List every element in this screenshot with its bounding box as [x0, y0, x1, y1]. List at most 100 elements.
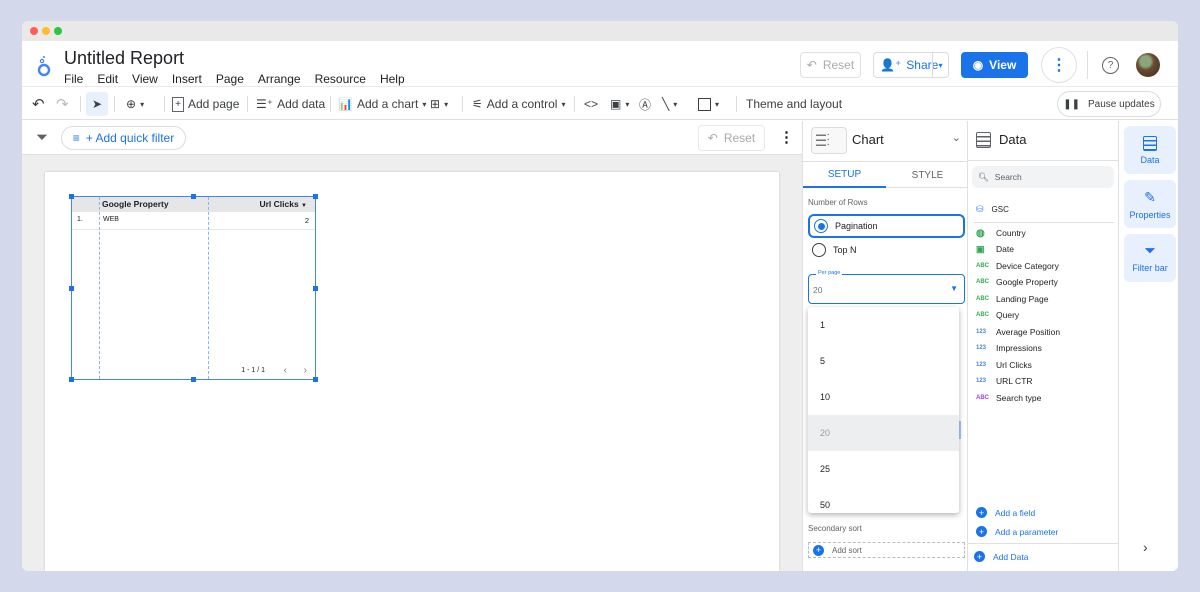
column-header-url-clicks[interactable]: Url Clicks ▼: [259, 199, 307, 209]
table-chart[interactable]: Google Property Url Clicks ▼ 1. WEB 2 1 …: [69, 194, 318, 382]
select-tool-icon[interactable]: ➤: [86, 92, 108, 116]
resize-handle[interactable]: [313, 286, 318, 291]
maximize-window-button[interactable]: [54, 27, 62, 35]
share-dropdown-chevron-icon[interactable]: ▾: [932, 53, 948, 77]
number-metric-icon: 123: [976, 329, 987, 335]
add-parameter-button[interactable]: + Add a parameter: [976, 526, 1058, 537]
pause-updates-button[interactable]: ❚❚ Pause updates: [1057, 91, 1161, 117]
resize-handle[interactable]: [313, 377, 318, 382]
expand-panel-chevron-icon[interactable]: ›: [1143, 539, 1148, 555]
dropdown-option[interactable]: 1: [808, 307, 959, 343]
add-quick-filter-button[interactable]: ≡ + Add quick filter: [61, 126, 186, 150]
add-circle-icon: +: [976, 507, 987, 518]
dropdown-option[interactable]: 10: [808, 379, 959, 415]
resize-handle[interactable]: [69, 377, 74, 382]
close-window-button[interactable]: [30, 27, 38, 35]
rail-properties-button[interactable]: ✎ Properties: [1124, 180, 1176, 228]
reset-button[interactable]: ↶ Reset: [800, 52, 861, 78]
chevron-down-icon: ▾: [140, 99, 145, 109]
resize-handle[interactable]: [69, 194, 74, 199]
redo-icon[interactable]: ↷: [56, 88, 69, 120]
undo-icon[interactable]: ↶: [32, 88, 45, 120]
text-box-icon[interactable]: Ⓐ: [639, 88, 651, 120]
field-item[interactable]: ◍ Country: [976, 226, 1026, 240]
dropdown-option[interactable]: 5: [808, 343, 959, 379]
community-viz-button[interactable]: ⊞ ▾: [430, 88, 448, 120]
data-source-gsc[interactable]: ⛁ GSC: [976, 204, 1009, 215]
menu-insert[interactable]: Insert: [172, 72, 202, 86]
menu-help[interactable]: Help: [380, 72, 405, 86]
tab-setup[interactable]: SETUP: [803, 162, 886, 188]
field-item[interactable]: ABC Query: [976, 308, 1019, 322]
user-avatar[interactable]: [1136, 53, 1160, 77]
menu-edit[interactable]: Edit: [97, 72, 118, 86]
menu-resource[interactable]: Resource: [315, 72, 366, 86]
more-options-icon[interactable]: ⋮: [1041, 47, 1077, 83]
chart-type-label[interactable]: Chart: [852, 132, 884, 147]
menu-arrange[interactable]: Arrange: [258, 72, 301, 86]
image-icon: ▣: [610, 97, 622, 111]
image-button[interactable]: ▣ ▾: [610, 88, 629, 120]
data-panel-title: Data: [999, 132, 1027, 147]
radio-pagination[interactable]: Pagination: [808, 214, 965, 238]
per-page-dropdown-menu: 1 5 10 20 25 50: [808, 307, 959, 513]
help-icon[interactable]: ?: [1102, 57, 1119, 74]
field-item[interactable]: ABC Google Property: [976, 275, 1058, 289]
dropdown-option-selected[interactable]: 20: [808, 415, 959, 451]
text-dimension-icon: ABC: [976, 279, 989, 285]
add-data-button[interactable]: ☰⁺ Add data: [256, 88, 325, 120]
tab-style[interactable]: STYLE: [886, 162, 969, 188]
field-item[interactable]: 123 URL CTR: [976, 374, 1033, 388]
view-button[interactable]: ◉ View: [961, 52, 1028, 78]
more-vert-icon[interactable]: ⋮: [779, 128, 794, 146]
chevron-down-icon[interactable]: ⌄: [952, 131, 961, 144]
dropdown-option[interactable]: 50: [808, 487, 959, 513]
dropdown-option[interactable]: 25: [808, 451, 959, 487]
rail-filter-bar-button[interactable]: ⏷ Filter bar: [1124, 234, 1176, 282]
resize-handle[interactable]: [191, 377, 196, 382]
menu-page[interactable]: Page: [216, 72, 244, 86]
add-data-icon: ☰⁺: [256, 97, 274, 111]
table-row: 1. WEB 2: [72, 212, 315, 230]
add-field-button[interactable]: + Add a field: [976, 507, 1035, 518]
resize-handle[interactable]: [313, 194, 318, 199]
field-item[interactable]: 123 Url Clicks: [976, 358, 1032, 372]
next-page-icon[interactable]: ›: [304, 365, 307, 376]
column-header-google-property[interactable]: Google Property: [102, 199, 169, 209]
embed-code-icon[interactable]: <>: [584, 88, 598, 120]
add-data-source-button[interactable]: + Add Data: [974, 551, 1028, 562]
field-item[interactable]: 123 Impressions: [976, 341, 1042, 355]
menu-file[interactable]: File: [64, 72, 83, 86]
add-sort-button[interactable]: + Add sort: [808, 542, 965, 558]
add-circle-icon: +: [974, 551, 985, 562]
chevron-down-icon: ▾: [422, 99, 427, 109]
field-item[interactable]: ▣ Date: [976, 242, 1014, 256]
report-page[interactable]: Google Property Url Clicks ▼ 1. WEB 2 1 …: [45, 172, 779, 571]
report-title[interactable]: Untitled Report: [64, 48, 184, 69]
add-control-button[interactable]: ⚟ Add a control ▾: [472, 88, 566, 120]
share-button[interactable]: 👤⁺ Share ▾: [873, 52, 949, 78]
line-button[interactable]: ╲ ▾: [662, 88, 677, 120]
per-page-select[interactable]: Per page 20 ▼: [808, 270, 965, 304]
add-page-button[interactable]: + Add page: [172, 88, 239, 120]
rail-data-button[interactable]: Data: [1124, 126, 1176, 174]
minimize-window-button[interactable]: [42, 27, 50, 35]
field-item[interactable]: ABC Device Category: [976, 259, 1059, 273]
field-item[interactable]: ABC Search type: [976, 391, 1041, 405]
field-item[interactable]: ABC Landing Page: [976, 292, 1048, 306]
filter-reset-button[interactable]: ↶ Reset: [698, 125, 765, 151]
theme-and-layout-button[interactable]: Theme and layout: [746, 88, 842, 120]
filter-icon[interactable]: ⏷: [36, 129, 48, 146]
field-item[interactable]: 123 Average Position: [976, 325, 1060, 339]
shape-button[interactable]: ▾: [698, 88, 719, 120]
zoom-menu[interactable]: ⊕ ▾: [126, 88, 144, 120]
menu-view[interactable]: View: [132, 72, 158, 86]
resize-handle[interactable]: [69, 286, 74, 291]
field-search-input[interactable]: 🔍︎ Search: [972, 166, 1114, 188]
table-chart-type-icon[interactable]: ▬▬ ▪ ▬▬ ▪ ▬▬ ▪: [811, 127, 847, 154]
add-chart-button[interactable]: 📊 Add a chart ▾: [338, 88, 426, 120]
radio-top-n[interactable]: Top N: [812, 243, 857, 257]
prev-page-icon[interactable]: ‹: [284, 365, 287, 376]
dropdown-arrow-icon: ▼: [950, 284, 958, 293]
resize-handle[interactable]: [191, 194, 196, 199]
